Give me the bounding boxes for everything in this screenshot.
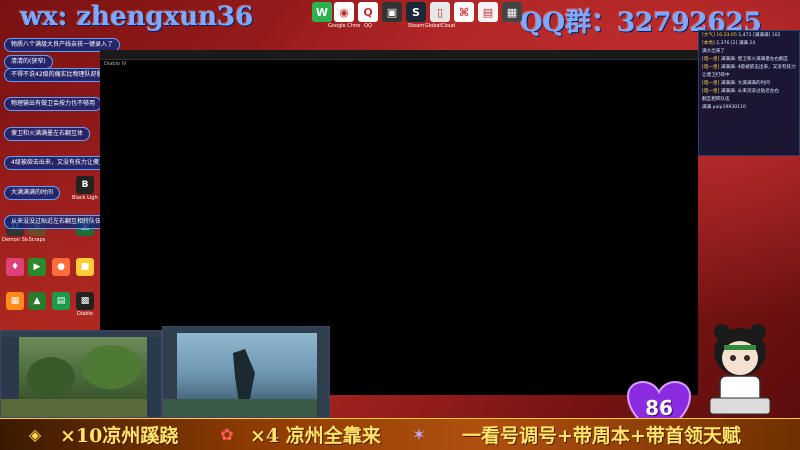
game-window-title: Diablo IV [104,61,127,67]
app-icon: ▤ [52,292,70,310]
chat-message: [本地] 2,376 [2] 满满 24 [702,41,796,47]
chat-text: 满满满: 大满满满的时间 [720,81,770,86]
game-icon: B [76,176,94,194]
chat-sender: [电一星] [702,81,720,86]
steam-icon: S [406,2,426,22]
app-icon-2: ⌘ [454,2,474,22]
danmaku-bubble: 大满满满的时间 [4,186,61,200]
chat-text: 满满满: 从来没没过贴近左右 [720,89,779,94]
chat-message: [电一星] 满满满: 大满满满的时间 [702,81,796,87]
chat-text: 翻互相转队伍 [702,97,730,102]
chat-sender: [本地] [702,41,715,46]
app-icon: ● [52,258,70,276]
chat-message: [电一星] 满满满: 从来没没过贴近左右 [702,89,796,95]
desktop-shortcut[interactable]: B Black Light [72,176,98,214]
danmaku-bubble: 傻卫和火满满墨左右翻互体 [4,127,91,141]
desktop-shortcut[interactable]: ● [48,258,74,296]
game-window-titlebar[interactable]: Diablo IV [100,50,698,67]
danmaku-bubble: 清清的(狭窄) [4,55,53,69]
chat-message: 翻互相转队伍 [702,97,796,103]
heart-count: 86 [645,396,673,420]
medal-badge-icon: ✶ [412,424,426,444]
chat-message: [电一星] 满满满: 傻卫和火满满墨左右翻互 [702,57,796,63]
forest-scene [1,337,161,417]
chat-text: 满满 paip19930110 [702,105,746,110]
banner-text-3: 一看号调号+带周本+带首领天赋 [462,425,741,447]
chat-sender: [电一星] [702,57,720,62]
desktop-shortcut[interactable]: ▩ Diablo [72,292,98,330]
banner-text-1: ×10凉州蹊跷 [60,425,179,447]
desktop-shortcut[interactable]: ▲ [24,292,50,330]
chat-message: 满满 paip19930110 [702,105,796,111]
desktop-shortcut[interactable]: ■ [72,258,98,296]
qq-icon: Q [358,2,378,22]
scene-character [163,333,329,417]
chrome-icon: ◉ [334,2,354,22]
app-icon: ♦ [6,258,24,276]
scene-trees [1,337,161,417]
danmaku-bubble: 物理输出有做卫会按力也不够用 [4,97,103,111]
desktop-shortcut[interactable]: ▶ [24,258,50,296]
streamer-avatar [709,324,771,415]
chat-text: 满大出来了 [702,49,725,54]
app-icon: ▦ [6,292,24,310]
file-icon-1: ▤ [478,2,498,22]
chat-text: 满满满: 4级被欲击出来，又没有技力 [720,65,796,70]
app-icon-1: ▣ [382,2,402,22]
chat-text: 1,472 [满满满] 102 [738,33,781,38]
chat-sender: [电一星] [702,89,720,94]
danmaku-bubble: 不得不说42级的痛实比物理队舒服 [4,68,110,82]
gift-badge-icon: ✿ [220,424,234,444]
bottom-promo-banner: ×10凉州蹊跷 ×4 凉州全靠来 一看号调号+带周本+带首领天赋 [0,418,800,450]
chat-text: 2,376 [2] 满满 24 [716,41,756,46]
desktop-shortcut-app-3[interactable]: ▦ [496,2,528,46]
chat-message: [电一星] 满满满: 4级被欲击出来，又没有技力 [702,65,796,71]
desktop-shortcut[interactable]: ▤ [48,292,74,330]
chat-message: [大气] 16:33:05 1,472 [满满满] 102 [702,33,796,39]
live-chat-panel: [大气] 16:33:05 1,472 [满满满] 102 [本地] 2,376 … [698,30,800,156]
app-icon: ▶ [28,258,46,276]
chat-message: 让傻卫打碎中 [702,73,796,79]
chat-sender: [电一星] [702,65,720,70]
chat-sender: [大气] 16:33:05 [702,33,737,38]
app-icon: ▲ [28,292,46,310]
game-thumbnail-2[interactable] [162,326,330,418]
chat-message: 满大出来了 [702,49,796,55]
streamer-wechat-watermark: wx: zhengxun36 [20,2,254,32]
app-icon-3: ▦ [502,2,522,22]
app-icon: ■ [76,258,94,276]
chat-text: 让傻卫打碎中 [702,73,730,78]
danmaku-bubble: 从来没没过贴近左右翻互相转队伍 [4,215,109,229]
game-thumbnail-1[interactable] [0,330,162,418]
ticket-badge-icon: ◈ [28,424,42,444]
sky-scene [163,333,329,417]
banner-text-2: ×4 凉州全靠来 [250,425,381,447]
globalcloud-icon: ▯ [430,2,450,22]
app-icon: ▩ [76,292,94,310]
chat-text: 满满满: 傻卫和火满满墨左右翻互 [720,57,789,62]
